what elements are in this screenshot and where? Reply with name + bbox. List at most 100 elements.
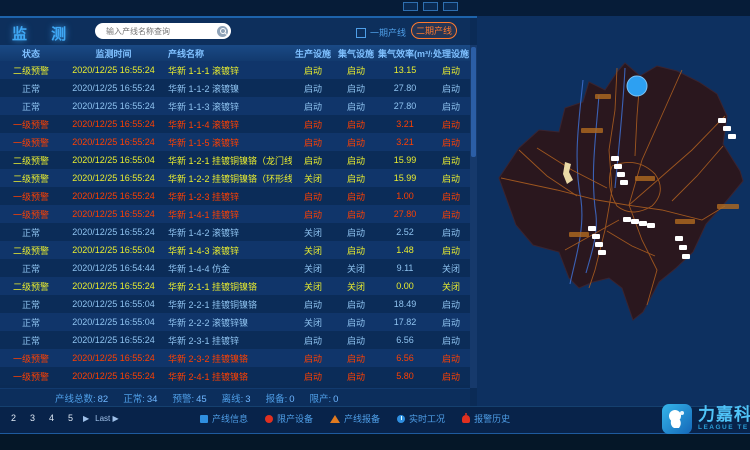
phase1-checkbox[interactable]: 一期产线 (356, 26, 406, 39)
cell-eff: 1.48 (378, 245, 432, 255)
cell-name: 华新 1-4-4 仿金 (165, 262, 292, 275)
table-row[interactable]: 二级预警2020/12/25 16:55:04华新 1-2-1 挂镀铜镍铬（龙门… (0, 151, 470, 169)
realtime-gauge-icon (397, 415, 405, 423)
cell-status: 一级预警 (0, 208, 62, 221)
column-header: 集气效率(m³/s) (378, 47, 432, 60)
cell-name: 华新 1-4-1 挂镀锌 (165, 208, 292, 221)
table-row[interactable]: 正常2020/12/25 16:55:24华新 1-1-2 滚镀镍启动启动27.… (0, 79, 470, 97)
cell-prod: 启动 (292, 154, 334, 167)
cell-name: 华新 1-4-2 滚镀锌 (165, 226, 292, 239)
cell-name: 华新 1-1-4 滚镀锌 (165, 118, 292, 131)
table-row[interactable]: 正常2020/12/25 16:55:24华新 2-3-1 挂镀锌启动启动6.5… (0, 331, 470, 349)
cell-name: 华新 1-1-5 滚镀锌 (165, 136, 292, 149)
table-row[interactable]: 正常2020/12/25 16:55:04华新 2-2-2 滚镀锌镍关闭启动17… (0, 313, 470, 331)
table-row[interactable]: 正常2020/12/25 16:55:24华新 1-1-3 滚镀锌启动启动27.… (0, 97, 470, 115)
table-row[interactable]: 正常2020/12/25 16:55:24华新 1-4-2 滚镀锌关闭启动2.5… (0, 223, 470, 241)
cell-status: 正常 (0, 82, 62, 95)
search-input[interactable] (104, 26, 217, 37)
cell-prod: 关闭 (292, 280, 334, 293)
cell-time: 2020/12/25 16:55:24 (62, 173, 165, 183)
legend-item-info-square[interactable]: 产线信息 (200, 412, 248, 425)
alarm-bell-icon (462, 415, 470, 423)
table-header-row: 状态监测时间产线名称生产设施集气设施集气效率(m³/s)处理设施 (0, 45, 470, 61)
legend-item-stop-circle[interactable]: 限产设备 (265, 412, 313, 425)
cell-time: 2020/12/25 16:55:24 (62, 353, 165, 363)
cell-time: 2020/12/25 16:55:04 (62, 245, 165, 255)
table-body: 二级预警2020/12/25 16:55:24华新 1-1-1 滚镀锌启动启动1… (0, 61, 470, 385)
legend-item-report-triangle[interactable]: 产线报备 (330, 412, 380, 425)
cell-prod: 关闭 (292, 172, 334, 185)
cell-eff: 17.82 (378, 317, 432, 327)
scrollbar-thumb[interactable] (471, 47, 476, 157)
cell-gas: 启动 (334, 316, 378, 329)
cell-name: 华新 2-1-1 挂镀铜镍铬 (165, 280, 292, 293)
cell-name: 华新 2-3-2 挂镀镍铬 (165, 352, 292, 365)
cell-eff: 15.99 (378, 155, 432, 165)
table-row[interactable]: 二级预警2020/12/25 16:55:04华新 1-4-3 滚镀锌关闭启动1… (0, 241, 470, 259)
cell-status: 一级预警 (0, 352, 62, 365)
cell-status: 正常 (0, 262, 62, 275)
cell-prod: 关闭 (292, 262, 334, 275)
table-row[interactable]: 二级预警2020/12/25 16:55:24华新 1-1-1 滚镀锌启动启动1… (0, 61, 470, 79)
cell-prod: 启动 (292, 208, 334, 221)
last-page-button[interactable]: Last ▶ (95, 414, 119, 423)
brand-logo: 力嘉科技 LEAGUE TE (662, 404, 750, 434)
table-row[interactable]: 正常2020/12/25 16:54:44华新 1-4-4 仿金关闭关闭9.11… (0, 259, 470, 277)
phase2-button[interactable]: 二期产线 (411, 22, 457, 39)
table-row[interactable]: 二级预警2020/12/25 16:55:24华新 2-1-1 挂镀铜镍铬关闭关… (0, 277, 470, 295)
table-row[interactable]: 一级预警2020/12/25 16:55:24华新 2-4-1 挂镀镍铬启动启动… (0, 367, 470, 385)
bottom-fill (0, 434, 750, 450)
cell-eff: 13.15 (378, 65, 432, 75)
page-button[interactable]: 2 (7, 412, 20, 425)
summary-bar: 产线总数:82正常:34预警:45离线:3报备:0限产:0 (0, 388, 470, 406)
legend-item-alarm-bell[interactable]: 报警历史 (462, 412, 510, 425)
table-row[interactable]: 一级预警2020/12/25 16:55:24华新 1-2-3 挂镀锌启动启动1… (0, 187, 470, 205)
cell-name: 华新 1-1-1 滚镀锌 (165, 64, 292, 77)
cell-prod: 启动 (292, 298, 334, 311)
cell-time: 2020/12/25 16:55:24 (62, 137, 165, 147)
cell-eff: 18.49 (378, 299, 432, 309)
cell-proc: 启动 (432, 136, 470, 149)
summary-item: 正常:34 (123, 391, 157, 405)
cell-time: 2020/12/25 16:55:24 (62, 209, 165, 219)
page-button[interactable]: 5 (64, 412, 77, 425)
table-scrollbar[interactable] (470, 45, 477, 388)
table-row[interactable]: 二级预警2020/12/25 16:55:24华新 1-2-2 挂镀铜镍铬（环形… (0, 169, 470, 187)
page-button[interactable]: 4 (45, 412, 58, 425)
cell-eff: 6.56 (378, 353, 432, 363)
cell-eff: 3.21 (378, 137, 432, 147)
cell-time: 2020/12/25 16:55:24 (62, 83, 165, 93)
cell-gas: 启动 (334, 64, 378, 77)
cell-proc: 启动 (432, 154, 470, 167)
page-button[interactable]: 1 (0, 412, 1, 425)
cell-time: 2020/12/25 16:55:24 (62, 119, 165, 129)
cell-gas: 启动 (334, 298, 378, 311)
next-page-button[interactable]: ▶ (83, 414, 89, 423)
cell-time: 2020/12/25 16:55:24 (62, 191, 165, 201)
table-row[interactable]: 一级预警2020/12/25 16:55:24华新 1-4-1 挂镀锌启动启动2… (0, 205, 470, 223)
cell-proc: 关闭 (432, 280, 470, 293)
summary-item: 产线总数:82 (55, 391, 108, 405)
column-header: 集气设施 (334, 47, 378, 60)
table-row[interactable]: 一级预警2020/12/25 16:55:24华新 2-3-2 挂镀镍铬启动启动… (0, 349, 470, 367)
column-header: 产线名称 (165, 47, 292, 60)
logo-text: 力嘉科技 LEAGUE TE (698, 406, 750, 432)
table-row[interactable]: 一级预警2020/12/25 16:55:24华新 1-1-5 滚镀锌启动启动3… (0, 133, 470, 151)
cell-name: 华新 2-4-1 挂镀镍铬 (165, 370, 292, 383)
cell-gas: 关闭 (334, 280, 378, 293)
search-icon[interactable] (217, 26, 228, 37)
logo-icon (662, 404, 692, 434)
page-button[interactable]: 3 (26, 412, 39, 425)
cell-proc: 启动 (432, 100, 470, 113)
cell-status: 一级预警 (0, 118, 62, 131)
search-box (95, 23, 231, 39)
table-row[interactable]: 正常2020/12/25 16:55:04华新 2-2-1 挂镀铜镍铬启动启动1… (0, 295, 470, 313)
cell-name: 华新 1-1-2 滚镀镍 (165, 82, 292, 95)
facility-marker[interactable] (627, 76, 647, 96)
legend-item-realtime-gauge[interactable]: 实时工况 (397, 412, 445, 425)
table-row[interactable]: 一级预警2020/12/25 16:55:24华新 1-1-4 滚镀锌启动启动3… (0, 115, 470, 133)
cell-prod: 关闭 (292, 316, 334, 329)
cell-eff: 1.00 (378, 191, 432, 201)
cell-prod: 启动 (292, 352, 334, 365)
cell-proc: 关闭 (432, 262, 470, 275)
